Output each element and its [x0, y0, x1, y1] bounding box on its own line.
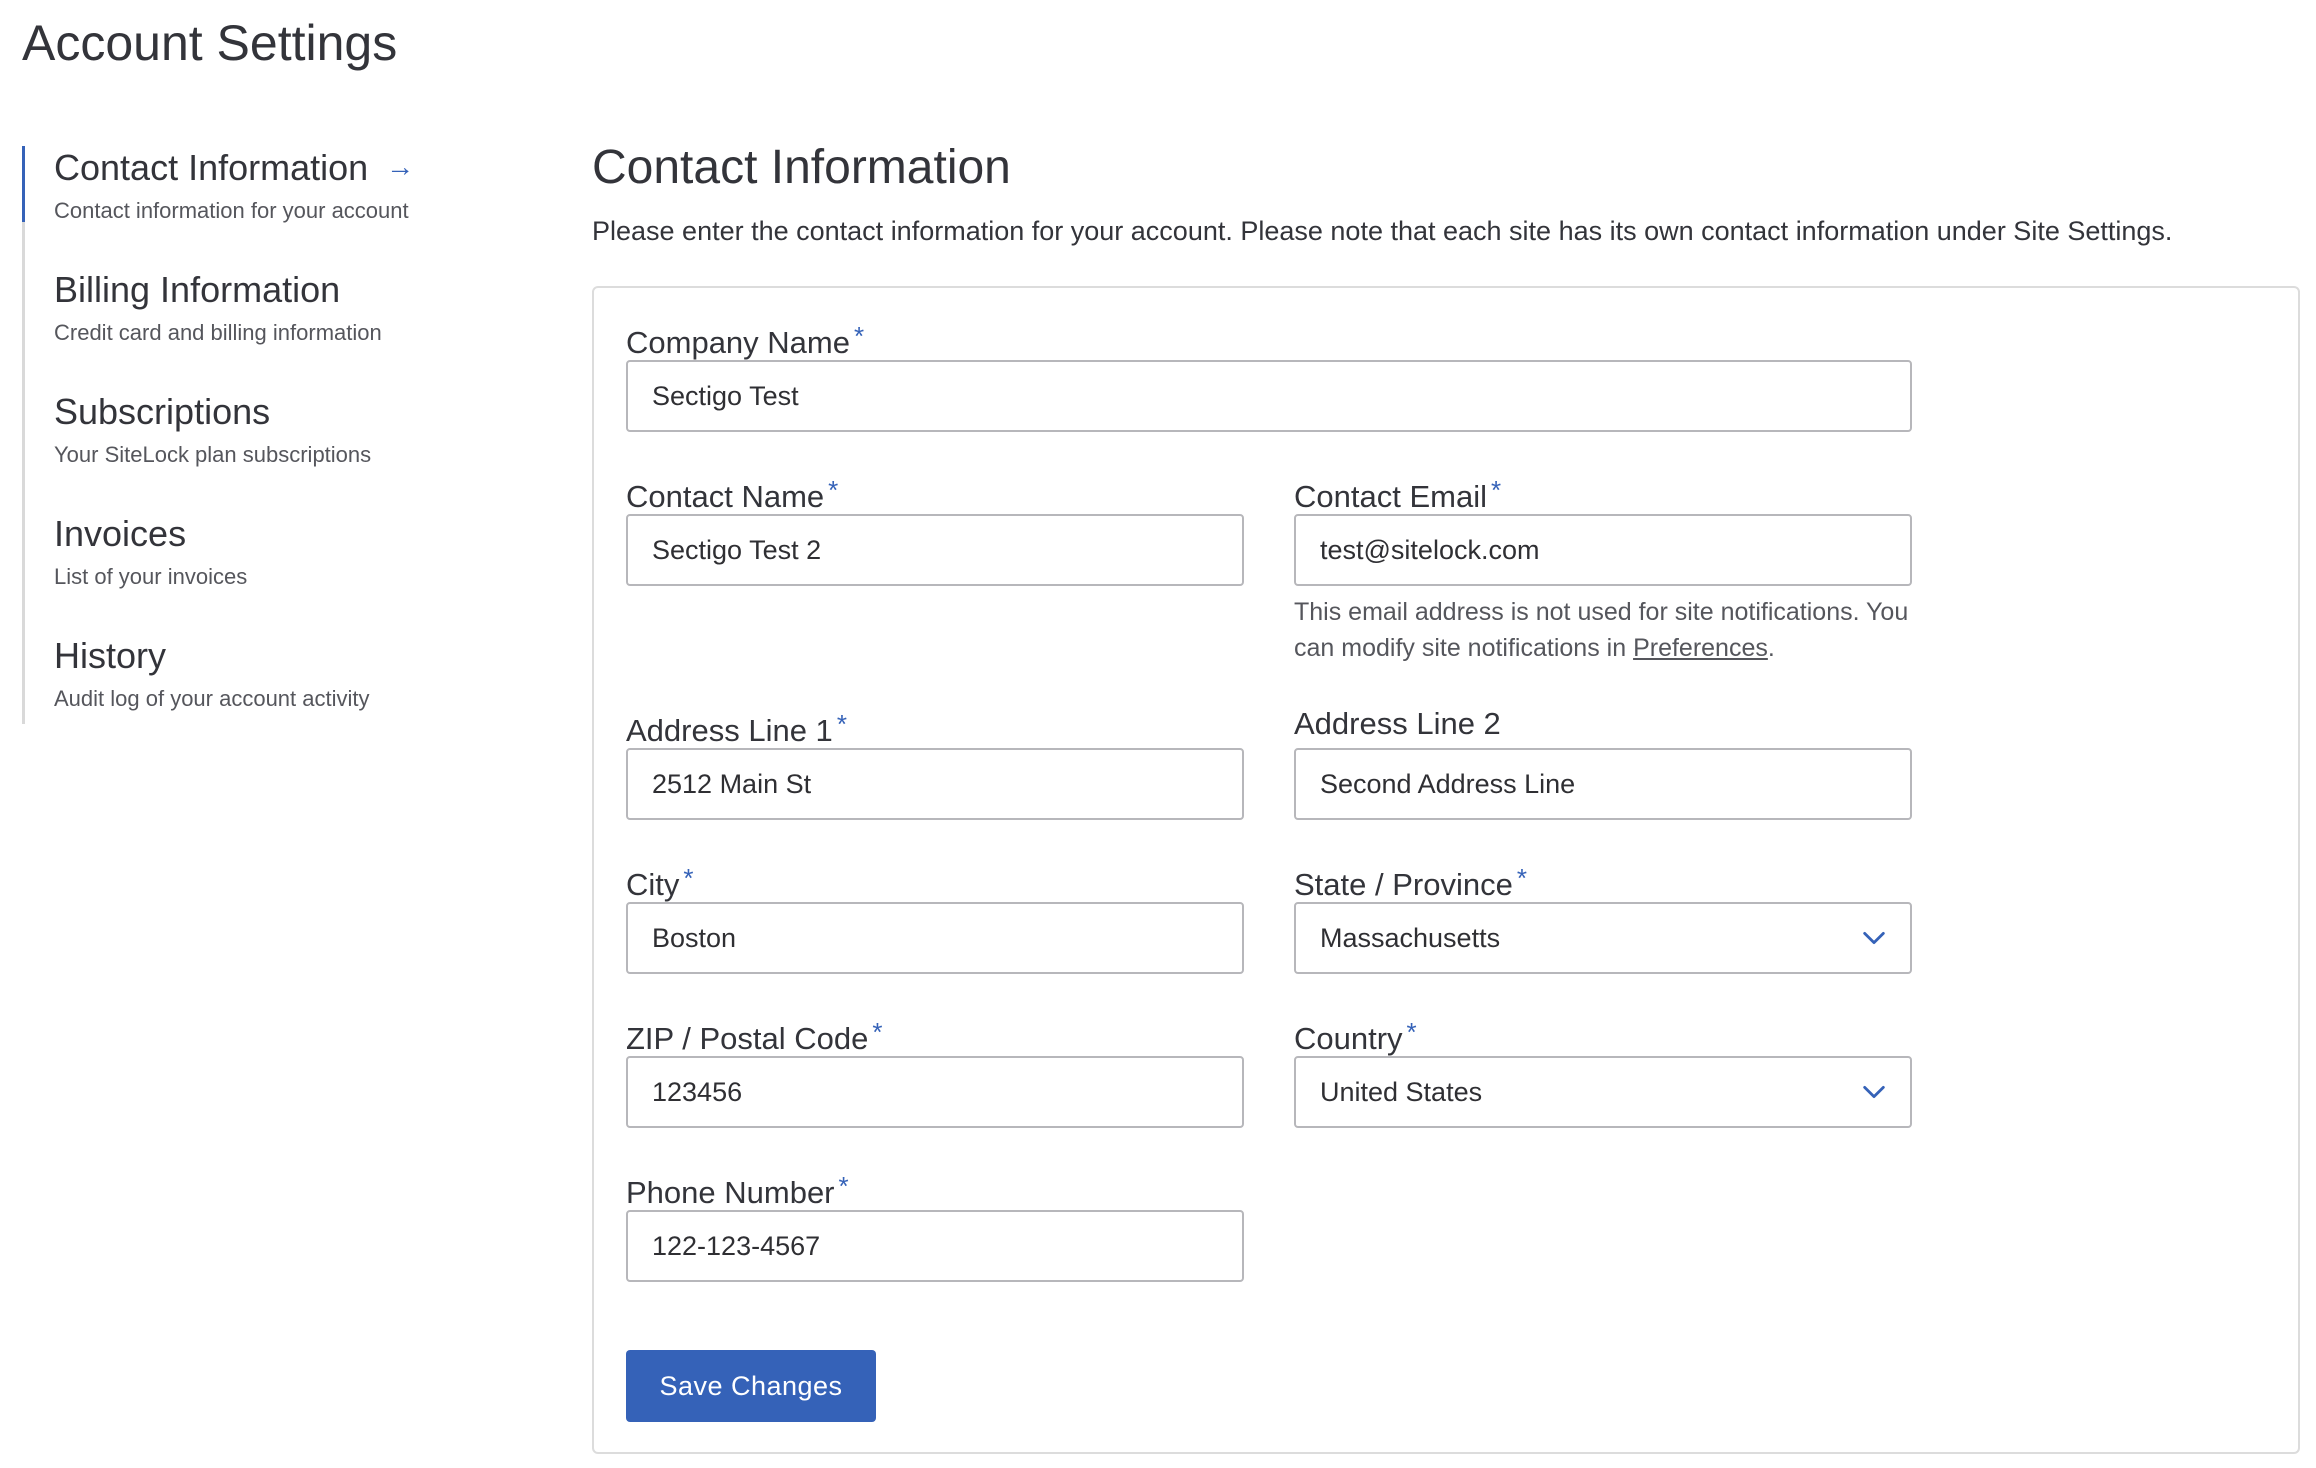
contact-email-input[interactable]: test@sitelock.com [1294, 514, 1912, 586]
sidebar-item-description: Your SiteLock plan subscriptions [54, 442, 372, 467]
sidebar-item-label: History [54, 635, 167, 676]
required-marker: * [872, 1017, 883, 1047]
chevron-down-icon [1863, 931, 1885, 945]
sidebar-item-description: Credit card and billing information [54, 320, 382, 345]
field-label-text: Address Line 2 [1294, 706, 1501, 741]
phone-number-field: Phone Number * 122-123-4567 [626, 1166, 1244, 1282]
contact-name-input[interactable]: Sectigo Test 2 [626, 514, 1244, 586]
required-marker: * [683, 863, 694, 893]
state-province-select[interactable]: Massachusetts [1294, 902, 1912, 974]
address-line-1-label: Address Line 1 * [626, 704, 1244, 748]
contact-name-field: Contact Name * Sectigo Test 2 [626, 470, 1244, 586]
country-field: Country * United States [1294, 1012, 1912, 1128]
field-label-text: State / Province [1294, 867, 1513, 902]
address-line-1-input[interactable]: 2512 Main St [626, 748, 1244, 820]
state-province-field: State / Province * Massachusetts [1294, 858, 1912, 974]
required-marker: * [838, 1171, 849, 1201]
state-province-label: State / Province * [1294, 858, 1912, 902]
required-marker: * [828, 475, 839, 505]
section-description: Please enter the contact information for… [592, 216, 2173, 246]
help-text-body: This email address is not used for site … [1294, 598, 1909, 662]
required-marker: * [1490, 475, 1502, 505]
contact-name-label: Contact Name * [626, 470, 1244, 514]
city-field: City * Boston [626, 858, 1244, 974]
required-marker: * [853, 321, 865, 351]
sidebar-item-history[interactable]: History Audit log of your account activi… [25, 634, 492, 724]
address-line-1-field: Address Line 1 * 2512 Main St [626, 704, 1244, 820]
contact-email-help-text: This email address is not used for site … [1294, 594, 1934, 666]
city-input[interactable]: Boston [626, 902, 1244, 974]
sidebar-item-description: Audit log of your account activity [54, 686, 370, 711]
country-value: United States [1320, 1077, 1483, 1107]
city-label: City * [626, 858, 1244, 902]
field-label-text: Address Line 1 [626, 713, 833, 748]
zip-postal-code-field: ZIP / Postal Code * 123456 [626, 1012, 1244, 1128]
required-marker: * [1516, 863, 1527, 893]
field-label-text: Company Name [626, 325, 850, 360]
address-line-2-label: Address Line 2 [1294, 704, 1912, 748]
field-label-text: ZIP / Postal Code [626, 1021, 869, 1056]
sidebar-item-description: Contact information for your account [54, 198, 409, 223]
sidebar-item-description: List of your invoices [54, 564, 248, 589]
zip-postal-code-input[interactable]: 123456 [626, 1056, 1244, 1128]
phone-number-label: Phone Number * [626, 1166, 1244, 1210]
state-province-value: Massachusetts [1320, 923, 1501, 953]
contact-information-form: Company Name * Sectigo Test Contact Name *… [592, 286, 2300, 1454]
arrow-right-icon: → [386, 151, 415, 182]
sidebar-item-contact-information[interactable]: Contact Information → Contact information… [22, 146, 492, 268]
phone-number-input[interactable]: 122-123-4567 [626, 1210, 1244, 1282]
preferences-link[interactable]: Preferences [1633, 634, 1768, 662]
help-text-end: . [1767, 634, 1775, 662]
company-name-field: Company Name * Sectigo Test [626, 316, 1912, 432]
sidebar-item-label: Invoices [54, 513, 187, 554]
sidebar-item-label: Subscriptions [54, 391, 271, 432]
company-name-input[interactable]: Sectigo Test [626, 360, 1912, 432]
sidebar-item-label: Contact Information [54, 147, 369, 188]
address-line-2-field: Address Line 2 Second Address Line [1294, 704, 1912, 820]
sidebar-item-billing-information[interactable]: Billing Information Credit card and bill… [25, 268, 492, 390]
company-name-label: Company Name * [626, 316, 1912, 360]
zip-postal-code-label: ZIP / Postal Code * [626, 1012, 1244, 1056]
field-label-text: Contact Email [1294, 479, 1487, 514]
chevron-down-icon [1863, 1085, 1885, 1099]
sidebar-item-subscriptions[interactable]: Subscriptions Your SiteLock plan subscri… [25, 390, 492, 512]
country-label: Country * [1294, 1012, 1912, 1056]
contact-email-label: Contact Email * [1294, 470, 1912, 514]
page-title: Account Settings [22, 15, 398, 71]
required-marker: * [836, 709, 847, 739]
save-changes-button[interactable]: Save Changes [626, 1350, 876, 1422]
settings-sidebar: Contact Information → Contact information… [22, 146, 492, 724]
field-label-text: Country [1294, 1021, 1403, 1056]
field-label-text: City [626, 867, 680, 902]
address-line-2-input[interactable]: Second Address Line [1294, 748, 1912, 820]
contact-email-field: Contact Email * test@sitelock.com This em… [1294, 470, 1912, 666]
field-label-text: Phone Number [626, 1175, 835, 1210]
section-title: Contact Information [592, 141, 1011, 194]
required-marker: * [1406, 1017, 1417, 1047]
sidebar-item-invoices[interactable]: Invoices List of your invoices [25, 512, 492, 634]
country-select[interactable]: United States [1294, 1056, 1912, 1128]
sidebar-item-label: Billing Information [54, 269, 341, 310]
field-label-text: Contact Name [626, 479, 825, 514]
